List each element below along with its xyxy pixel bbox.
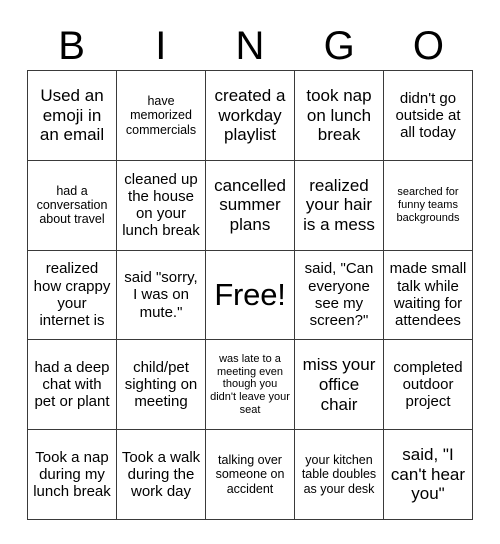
bingo-cell-label: had a conversation about travel xyxy=(36,183,108,227)
bingo-header-letter-i: I xyxy=(155,24,167,68)
bingo-cell-label: took nap on lunch break xyxy=(306,86,372,145)
bingo-cell-r1c3[interactable]: created a workday playlist xyxy=(206,71,295,161)
free-space-label: Free! xyxy=(214,277,286,313)
bingo-cell-r4c3[interactable]: was late to a meeting even though you di… xyxy=(206,340,295,431)
bingo-cell-r5c4[interactable]: your kitchen table doubles as your desk xyxy=(295,430,384,520)
bingo-cell-r4c1[interactable]: had a deep chat with pet or plant xyxy=(28,340,117,431)
bingo-cell-label: made small talk while waiting for attend… xyxy=(389,260,467,330)
bingo-cell-r5c1[interactable]: Took a nap during my lunch break xyxy=(28,430,117,520)
bingo-cell-r2c5[interactable]: searched for funny teams backgrounds xyxy=(384,160,473,251)
bingo-cell-r3c5[interactable]: made small talk while waiting for attend… xyxy=(384,250,473,341)
bingo-cell-label: completed outdoor project xyxy=(393,358,463,411)
bingo-header-letter-o: O xyxy=(412,24,444,68)
bingo-cell-label: cancelled summer plans xyxy=(214,175,286,234)
bingo-cell-label: child/pet sighting on meeting xyxy=(124,358,198,411)
bingo-cell-r3c1[interactable]: realized how crappy your internet is xyxy=(28,250,117,341)
bingo-cell-label: created a workday playlist xyxy=(214,86,286,145)
bingo-cell-label: said "sorry, I was on mute." xyxy=(124,269,198,321)
bingo-cell-label: was late to a meeting even though you di… xyxy=(210,353,290,416)
bingo-cell-free-space[interactable]: Free! xyxy=(206,250,295,341)
bingo-cell-r1c1[interactable]: Used an emoji in an email xyxy=(28,71,117,161)
bingo-cell-label: realized your hair is a mess xyxy=(303,175,375,234)
bingo-cell-label: miss your office chair xyxy=(302,355,376,414)
bingo-cell-label: have memorized commercials xyxy=(125,93,197,137)
bingo-cell-label: had a deep chat with pet or plant xyxy=(34,358,110,411)
bingo-cell-label: Used an emoji in an email xyxy=(39,86,105,145)
bingo-cell-r2c4[interactable]: realized your hair is a mess xyxy=(295,160,384,251)
bingo-cell-label: Took a nap during my lunch break xyxy=(33,448,111,501)
bingo-cell-r2c2[interactable]: cleaned up the house on your lunch break xyxy=(117,160,206,251)
bingo-cell-r1c4[interactable]: took nap on lunch break xyxy=(295,71,384,161)
bingo-cell-label: said, "I can't hear you" xyxy=(390,445,466,504)
bingo-cell-r2c1[interactable]: had a conversation about travel xyxy=(28,160,117,251)
bingo-cell-r5c5[interactable]: said, "I can't hear you" xyxy=(384,430,473,520)
bingo-cell-r4c5[interactable]: completed outdoor project xyxy=(384,340,473,431)
bingo-cell-label: Took a walk during the work day xyxy=(121,448,201,501)
bingo-cell-r1c5[interactable]: didn't go outside at all today xyxy=(384,71,473,161)
bingo-grid: Used an emoji in an email have memorized… xyxy=(27,70,473,520)
bingo-cell-r4c2[interactable]: child/pet sighting on meeting xyxy=(117,340,206,431)
bingo-cell-label: searched for funny teams backgrounds xyxy=(396,186,460,224)
bingo-header-row: B I N G O xyxy=(27,0,473,70)
bingo-header-letter-n: N xyxy=(235,24,265,68)
bingo-cell-label: cleaned up the house on your lunch break xyxy=(122,170,200,240)
bingo-cell-label: realized how crappy your internet is xyxy=(33,260,111,330)
bingo-header-letter-g: G xyxy=(323,24,355,68)
bingo-cell-r3c4[interactable]: said, "Can everyone see my screen?" xyxy=(295,250,384,341)
bingo-card: B I N G O Used an emoji in an email have… xyxy=(0,0,500,544)
bingo-cell-r3c2[interactable]: said "sorry, I was on mute." xyxy=(117,250,206,341)
bingo-cell-r4c4[interactable]: miss your office chair xyxy=(295,340,384,431)
bingo-header-letter-b: B xyxy=(58,24,85,68)
bingo-cell-label: your kitchen table doubles as your desk xyxy=(301,453,377,496)
bingo-cell-label: said, "Can everyone see my screen?" xyxy=(304,260,374,330)
bingo-cell-r5c2[interactable]: Took a walk during the work day xyxy=(117,430,206,520)
bingo-cell-r1c2[interactable]: have memorized commercials xyxy=(117,71,206,161)
bingo-cell-r5c3[interactable]: talking over someone on accident xyxy=(206,430,295,520)
bingo-cell-label: talking over someone on accident xyxy=(215,453,285,496)
bingo-cell-r2c3[interactable]: cancelled summer plans xyxy=(206,160,295,251)
bingo-cell-label: didn't go outside at all today xyxy=(395,89,461,142)
